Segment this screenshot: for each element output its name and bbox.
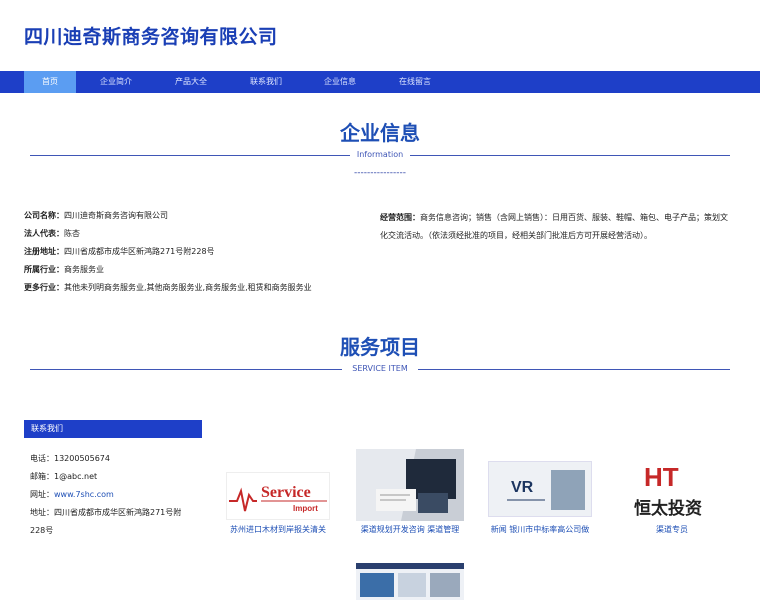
nav-item-guestbook[interactable]: 在线留言 [389, 71, 441, 93]
info-value: 商务信息咨询；销售（含网上销售）：日用百货、服装、鞋帽、箱包、电子产品；策划文化… [380, 213, 728, 240]
nav-item-contact[interactable]: 联系我们 [240, 71, 292, 93]
contact-value: 13200505674 [54, 454, 110, 463]
services-title: 服务项目 [340, 335, 420, 359]
product-image-service-import[interactable]: Service Import [226, 472, 330, 520]
contact-value: 1@abc.net [54, 472, 98, 481]
contact-address: 地址：四川省成都市成华区新鸿路271号附 [30, 507, 181, 518]
contact-value: 228号 [30, 526, 54, 535]
company-info-title: 企业信息 [340, 121, 420, 145]
ht-logo-icon: HT 恒太投资 [634, 462, 702, 519]
pulse-logo-icon: Service Import [229, 484, 327, 513]
nav-item-products[interactable]: 产品大全 [165, 71, 217, 93]
info-label: 法人代表： [24, 229, 64, 238]
services-subtitle: SERVICE ITEM [352, 364, 408, 373]
info-label: 所属行业： [24, 265, 64, 274]
product-caption[interactable]: 苏州进口木材到岸报关清关 [226, 524, 330, 535]
logo-main-text: Service [261, 484, 311, 501]
contact-label: 网址： [30, 490, 54, 499]
info-value: 陈杏 [64, 229, 80, 238]
nav-item-about[interactable]: 企业简介 [90, 71, 142, 93]
contact-website: 网址：www.7shc.com [30, 489, 114, 500]
contact-email: 邮箱：1@abc.net [30, 471, 97, 482]
info-value: 其他未列明商务服务业,其他商务服务业,商务服务业,租赁和商务服务业 [64, 283, 312, 292]
info-business-scope: 经营范围：商务信息咨询；销售（含网上销售）：日用百货、服装、鞋帽、箱包、电子产品… [380, 209, 735, 245]
info-label: 公司名称： [24, 211, 64, 220]
product-image-hengtai[interactable]: HT 恒太投资 [628, 458, 716, 520]
web-screenshot-icon [356, 563, 464, 600]
logo-cn-text: 恒太投资 [634, 498, 702, 519]
contact-label: 邮箱： [30, 472, 54, 481]
contact-label: 地址： [30, 508, 54, 517]
contact-address-cont: 228号 [30, 525, 53, 536]
logo-sub-text: Import [293, 504, 318, 513]
product-caption[interactable]: 渠道规划开发咨询 渠道管理 [352, 524, 468, 535]
info-label: 更多行业： [24, 283, 64, 292]
info-value: 四川迪奇斯商务咨询有限公司 [64, 211, 168, 220]
product-image-partial[interactable] [356, 563, 464, 600]
dash-line: ---------------- [354, 168, 406, 178]
company-info-subtitle: Information [356, 150, 404, 159]
info-company-name: 公司名称：四川迪奇斯商务咨询有限公司 [24, 209, 168, 222]
info-legal-rep: 法人代表：陈杏 [24, 227, 80, 240]
info-value: 商务服务业 [64, 265, 104, 274]
contact-phone: 电话：13200505674 [30, 453, 110, 464]
contact-value: 四川省成都市成华区新鸿路271号附 [54, 508, 182, 517]
product-image-vr-news[interactable]: VR [488, 461, 592, 517]
meeting-photo-icon [356, 449, 464, 521]
info-industry: 所属行业：商务服务业 [24, 263, 104, 276]
nav-item-company-info[interactable]: 企业信息 [314, 71, 366, 93]
nav-item-home[interactable]: 首页 [24, 71, 76, 93]
contact-label: 电话： [30, 454, 54, 463]
logo-ht-text: HT [644, 462, 679, 492]
header: 四川迪奇斯商务咨询有限公司 [0, 0, 760, 70]
main-nav: 首页 企业简介 产品大全 联系我们 企业信息 在线留言 [0, 71, 760, 93]
product-caption[interactable]: 新闻 银川市中标率高公司做 [484, 524, 596, 535]
website-link[interactable]: www.7shc.com [54, 490, 114, 499]
site-title[interactable]: 四川迪奇斯商务咨询有限公司 [24, 22, 278, 49]
info-label: 经营范围： [380, 213, 420, 222]
info-more-industry: 更多行业：其他未列明商务服务业,其他商务服务业,商务服务业,租赁和商务服务业 [24, 281, 312, 294]
vr-logo-icon: VR [489, 462, 591, 516]
product-image-business-meeting[interactable] [356, 449, 464, 521]
product-caption[interactable]: 渠道专员 [628, 524, 716, 535]
logo-vr-text: VR [511, 479, 534, 496]
info-address: 注册地址：四川省成都市成华区新鸿路271号附228号 [24, 245, 215, 258]
info-label: 注册地址： [24, 247, 64, 256]
info-value: 四川省成都市成华区新鸿路271号附228号 [64, 247, 215, 256]
contact-header: 联系我们 [24, 420, 202, 438]
